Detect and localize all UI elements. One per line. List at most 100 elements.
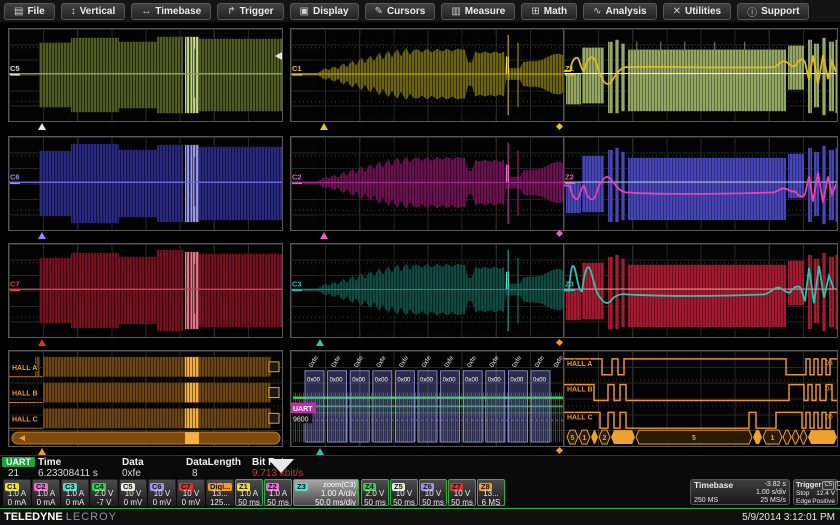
menu-label: Cursors bbox=[387, 6, 425, 17]
descriptor-c2[interactable]: C21.0 A0 mA bbox=[32, 479, 60, 506]
uart-table-badge[interactable]: UART bbox=[2, 457, 35, 467]
descriptor-z1[interactable]: Z11.0 A50 ms bbox=[235, 479, 263, 506]
trigger-level-marker[interactable] bbox=[275, 52, 282, 60]
timebase-title: Timebase bbox=[694, 481, 733, 489]
menu-analysis[interactable]: ∿Analysis bbox=[583, 3, 657, 20]
descriptor-z6[interactable]: Z610 V50 ms bbox=[419, 479, 447, 506]
grid-c7-waveform[interactable]: C7 bbox=[8, 243, 283, 338]
d3-label: D3 bbox=[825, 361, 833, 367]
grid-hall-digital-zoom[interactable]: 5 1 2 5 1 HALL A HALL B HALL C D3 D4 D5 bbox=[563, 350, 838, 447]
timebase-offset: -3.82 s bbox=[765, 481, 786, 489]
grid-c5-waveform[interactable]: C5 bbox=[8, 28, 283, 122]
zoom-label: Z2 bbox=[565, 173, 574, 182]
menu-timebase[interactable]: ↔Timebase bbox=[131, 3, 211, 20]
trigger-coupling-badge: DC bbox=[835, 481, 840, 490]
c5-offset: 0 mV bbox=[120, 498, 146, 506]
menu-measure[interactable]: ▥ Measure bbox=[441, 3, 515, 20]
zoom-marker-z2[interactable] bbox=[556, 230, 563, 237]
zoom-marker-z8-end[interactable] bbox=[556, 447, 563, 454]
channel-label: C1 bbox=[292, 64, 302, 73]
menu-vertical[interactable]: ↕Vertical bbox=[61, 3, 126, 20]
grid-c3-waveform[interactable]: C3 bbox=[290, 243, 565, 338]
c1-trace: C1 bbox=[291, 29, 564, 121]
hall-b-label: HALL B bbox=[567, 387, 593, 394]
z3-z7-traces: Z3 bbox=[564, 244, 837, 337]
trigger-marker-c7[interactable] bbox=[38, 339, 46, 346]
trigger-marker-c6[interactable] bbox=[38, 232, 46, 239]
trigger-marker-c2[interactable] bbox=[320, 232, 328, 239]
trigger-marker-c1[interactable] bbox=[320, 123, 328, 130]
trigger-marker-c3[interactable] bbox=[316, 339, 324, 346]
c4-offset: -7 V bbox=[91, 498, 117, 506]
descriptor-c1[interactable]: C11.0 A0 mA bbox=[3, 479, 31, 506]
collapse-table-button[interactable] bbox=[268, 459, 294, 473]
channel-label: C2 bbox=[292, 173, 302, 182]
descriptor-c6[interactable]: C610 V0 mV bbox=[148, 479, 176, 506]
menu-cursors[interactable]: ✎Cursors bbox=[365, 3, 436, 20]
c1-scale: 1.0 A bbox=[4, 489, 30, 498]
uart-decoder-badge[interactable]: UART bbox=[293, 406, 313, 413]
grid-c1-waveform[interactable]: C1 bbox=[290, 28, 565, 122]
descriptor-z3-selected[interactable]: Z3zoom(C3)1.00 A/div50.0 ms/div bbox=[293, 479, 359, 506]
menu-math[interactable]: ⊞Math bbox=[521, 3, 577, 20]
menu-label: Utilities bbox=[685, 6, 721, 17]
descriptor-digital[interactable]: Digi...13...125... bbox=[206, 479, 234, 506]
z4-time: 50 ms bbox=[362, 498, 388, 506]
decode-value: 0x00 bbox=[488, 378, 502, 384]
digital-line2: 125... bbox=[207, 498, 233, 506]
timebase-box[interactable]: Timebase-3.82 s 1.00 s/div 250 MS25 MS/s bbox=[690, 479, 790, 505]
analysis-icon: ∿ bbox=[593, 6, 601, 17]
menu-file[interactable]: ▤File bbox=[4, 3, 55, 20]
descriptor-c3[interactable]: C31.0 A0 mA bbox=[61, 479, 89, 506]
grid-z3-waveform[interactable]: Z3 bbox=[563, 243, 838, 338]
col-header-data: Data bbox=[122, 457, 144, 468]
menu-utilities[interactable]: ✕ Utilities bbox=[663, 3, 732, 20]
grid-z1-waveform[interactable]: Z1 bbox=[563, 28, 838, 122]
grid-uart-decode[interactable]: 0x00 0x00 0x00 0x00 0x00 0x00 0x00 0x00 … bbox=[290, 350, 565, 447]
menu-support[interactable]: ⓘSupport bbox=[737, 3, 809, 20]
descriptor-c4[interactable]: C42.0 V-7 V bbox=[90, 479, 118, 506]
trigger-icon: ↱ bbox=[227, 6, 235, 17]
grid-z2-waveform[interactable]: Z2 bbox=[563, 136, 838, 231]
descriptor-c7[interactable]: C710 V0 mV bbox=[177, 479, 205, 506]
descriptor-z4[interactable]: Z42.0 V50 ms bbox=[361, 479, 389, 506]
grid-c6-waveform[interactable]: C6 bbox=[8, 136, 283, 231]
trigger-title: Trigger bbox=[796, 481, 821, 490]
timebase-samples: 250 MS bbox=[694, 497, 718, 505]
channel-label: C6 bbox=[10, 173, 20, 182]
zoom-marker-z1[interactable] bbox=[556, 123, 563, 130]
descriptor-z2[interactable]: Z21.0 A50 ms bbox=[264, 479, 292, 506]
descriptor-c5[interactable]: C510 V0 mV bbox=[119, 479, 147, 506]
zoom-marker-z8[interactable] bbox=[556, 339, 563, 346]
c3-offset: 0 mA bbox=[62, 498, 88, 506]
c7-trace: C7 bbox=[9, 244, 282, 337]
uart-decode-traces: 0x00 0x00 0x00 0x00 0x00 0x00 0x00 0x00 … bbox=[291, 351, 564, 446]
trigger-marker-decode[interactable] bbox=[316, 448, 324, 455]
c1-offset: 0 mA bbox=[4, 498, 30, 506]
utilities-icon: ✕ bbox=[673, 6, 681, 17]
grid-hall-digital-full[interactable]: HALL A HALL B HALL C bbox=[8, 350, 283, 447]
menu-label: Timebase bbox=[155, 6, 201, 17]
channel-strip: C11.0 A0 mA C21.0 A0 mA C31.0 A0 mA C42.… bbox=[0, 478, 840, 508]
descriptor-z5[interactable]: Z510 V50 ms bbox=[390, 479, 418, 506]
z3-title: zoom(C3) bbox=[323, 480, 356, 489]
menu-label: Measure bbox=[465, 6, 506, 17]
descriptor-z8[interactable]: Z813...6 MS bbox=[477, 479, 505, 506]
grid-c2-waveform[interactable]: C2 bbox=[290, 136, 565, 231]
trigger-marker-digital[interactable] bbox=[38, 448, 46, 455]
d5-label: D5 bbox=[825, 414, 833, 420]
hall-a-label: HALL A bbox=[567, 361, 592, 368]
vertical-icon: ↕ bbox=[71, 6, 76, 17]
trigger-marker-c5[interactable] bbox=[38, 123, 46, 130]
measure-icon: ▥ bbox=[451, 6, 460, 17]
menu-trigger[interactable]: ↱Trigger bbox=[217, 3, 283, 20]
menu-display[interactable]: ▣Display bbox=[290, 3, 359, 20]
descriptor-z7[interactable]: Z710 V50 ms bbox=[448, 479, 476, 506]
channel-label: C3 bbox=[292, 280, 302, 289]
bus-value: 1 bbox=[583, 435, 587, 442]
trigger-source-badge: C5 bbox=[822, 481, 834, 490]
channel-label: C7 bbox=[10, 280, 20, 289]
decode-value: 0x00 bbox=[443, 378, 457, 384]
decode-rotated-value: 0xfe bbox=[375, 354, 387, 368]
trigger-box[interactable]: TriggerC5DC Stop12.4 V EdgePositive bbox=[793, 479, 838, 505]
